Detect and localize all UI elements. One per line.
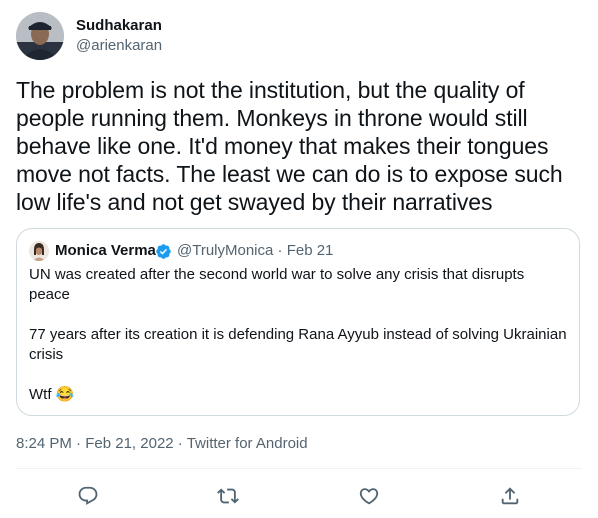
verified-badge-icon [156,244,171,259]
quoted-paragraph: UN was created after the second world wa… [29,266,525,303]
quoted-paragraph: Wtf 😂 [29,385,569,405]
quoted-final-word: Wtf [29,386,52,403]
quoted-author-avatar [29,241,49,261]
share-icon [501,487,519,505]
reply-button[interactable] [74,482,102,510]
meta-separator: · [76,435,86,452]
tweet-date[interactable]: Feb 21, 2022 [85,435,173,452]
author-name[interactable]: Sudhakaran [76,16,162,36]
meta-separator: · [177,435,187,452]
divider [16,468,582,469]
quoted-date: Feb 21 [286,242,334,259]
retweet-button[interactable] [214,482,242,510]
quoted-tweet-text: UN was created after the second world wa… [29,265,569,405]
like-button[interactable] [355,482,383,510]
quoted-author-handle: @TrulyMonica [177,242,274,259]
quoted-paragraph: 77 years after its creation it is defend… [29,326,567,363]
action-bar [0,482,598,510]
author-handle[interactable]: @arienkaran [76,36,162,56]
share-button[interactable] [496,482,524,510]
tweet-text: The problem is not the institution, but … [16,77,563,215]
laughing-emoji: 😂 [55,386,75,403]
tweet-source[interactable]: Twitter for Android [187,435,308,452]
quoted-meta: @TrulyMonica · Feb 21 [177,241,333,261]
retweet-icon [217,488,239,504]
tweet-time[interactable]: 8:24 PM [16,435,72,452]
heart-icon [359,488,379,505]
author-avatar[interactable] [16,12,64,60]
quoted-author-name: Monica Verma [55,242,156,259]
reply-icon [78,486,98,505]
quoted-tweet[interactable]: Monica Verma @TrulyMonica · Feb 21 UN wa… [16,228,580,416]
meta-separator: · [277,242,287,259]
tweet-meta: 8:24 PM · Feb 21, 2022 · Twitter for And… [16,434,308,454]
